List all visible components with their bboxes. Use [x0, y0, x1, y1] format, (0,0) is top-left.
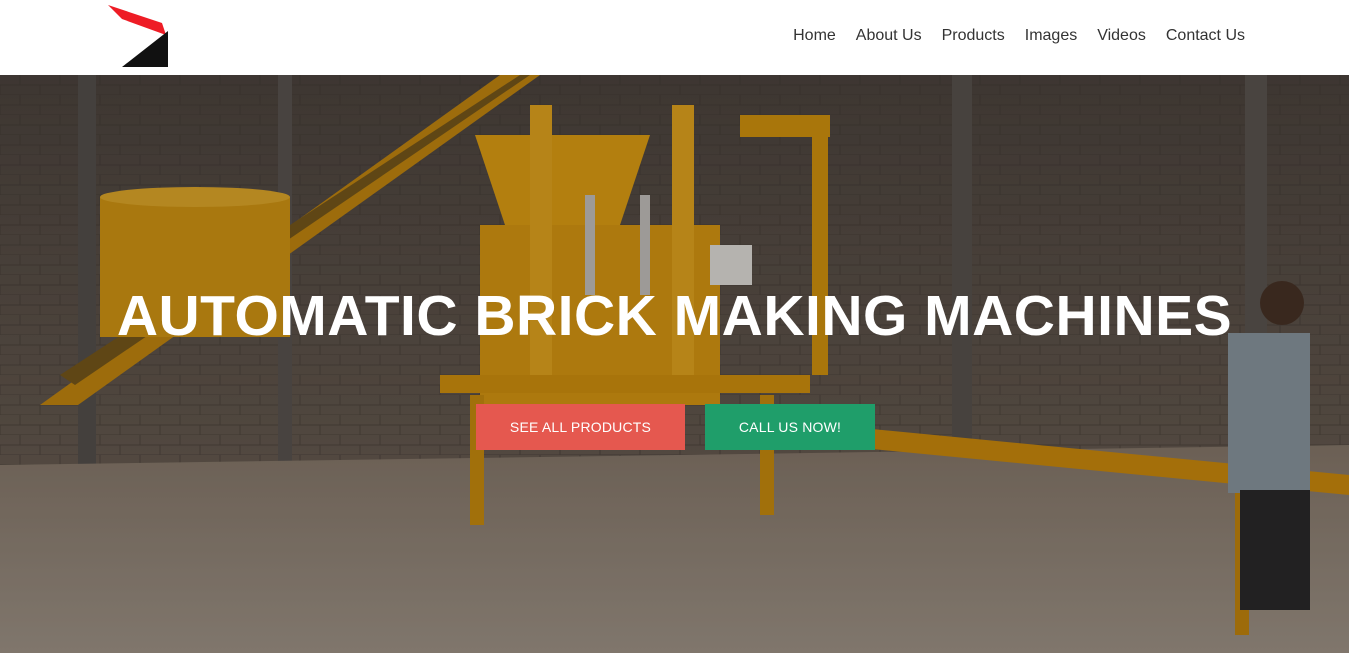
nav-products[interactable]: Products [942, 26, 1005, 46]
nav-home[interactable]: Home [793, 26, 836, 46]
brand-logo[interactable] [106, 5, 170, 69]
call-us-now-button[interactable]: CALL US NOW! [705, 404, 875, 450]
nav-videos[interactable]: Videos [1097, 26, 1146, 46]
see-all-products-button[interactable]: SEE ALL PRODUCTS [476, 404, 685, 450]
hero-background-image [0, 75, 1349, 653]
site-header: Home About Us Products Images Videos Con… [0, 0, 1349, 75]
hero-title: AUTOMATIC BRICK MAKING MACHINES [116, 284, 1233, 348]
hero-section: AUTOMATIC BRICK MAKING MACHINES SEE ALL … [0, 75, 1349, 653]
nav-about-us[interactable]: About Us [856, 26, 922, 46]
main-nav: Home About Us Products Images Videos Con… [793, 26, 1245, 46]
nav-contact-us[interactable]: Contact Us [1166, 26, 1245, 46]
nav-images[interactable]: Images [1025, 26, 1077, 46]
page: Home About Us Products Images Videos Con… [0, 0, 1349, 653]
